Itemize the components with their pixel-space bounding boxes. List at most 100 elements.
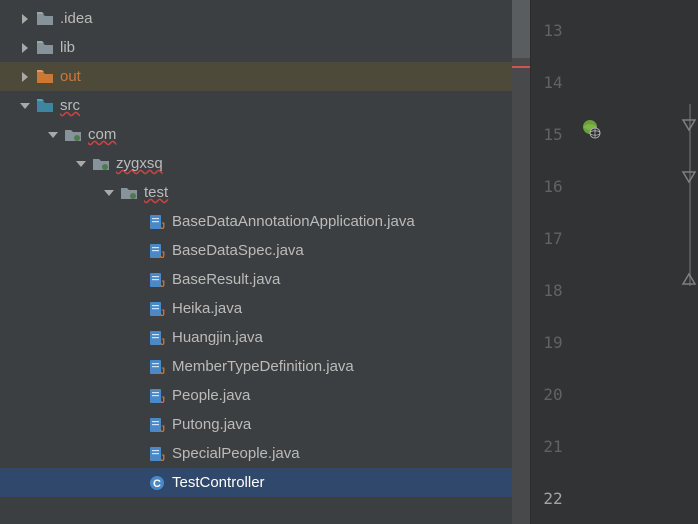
tree-item-label: MemberTypeDefinition.java [172, 358, 354, 375]
tree-item-label: Huangjin.java [172, 329, 263, 346]
java-icon: J [148, 300, 166, 318]
line-number[interactable]: 15 [531, 108, 575, 160]
tree-item-label: zygxsq [116, 155, 163, 172]
tree-item-label: SpecialPeople.java [172, 445, 300, 462]
arrow-spacer [130, 273, 144, 287]
folder-src-icon [36, 97, 54, 115]
folder-icon [36, 39, 54, 57]
tree-item-putong-java[interactable]: J Putong.java [0, 410, 530, 439]
tree-item-huangjin-java[interactable]: J Huangjin.java [0, 323, 530, 352]
tree-item-label: .idea [60, 10, 93, 27]
svg-text:J: J [160, 395, 165, 404]
svg-text:J: J [160, 366, 165, 375]
arrow-spacer [130, 215, 144, 229]
tree-item-label: BaseDataSpec.java [172, 242, 304, 259]
chevron-right-icon[interactable] [18, 12, 32, 26]
arrow-spacer [130, 476, 144, 490]
svg-text:J: J [160, 221, 165, 230]
tree-item-label: test [144, 184, 168, 201]
line-numbers: 13141516171819202122 [531, 0, 575, 524]
java-icon: J [148, 329, 166, 347]
globe-run-icon[interactable] [579, 118, 601, 140]
java-icon: J [148, 387, 166, 405]
tree-item-zygxsq[interactable]: zygxsq [0, 149, 530, 178]
chevron-right-icon[interactable] [18, 41, 32, 55]
tree-item-label: com [88, 126, 116, 143]
tree-item-label: BaseDataAnnotationApplication.java [172, 213, 415, 230]
package-icon [120, 184, 138, 202]
arrow-spacer [130, 418, 144, 432]
tree-item-testcontroller[interactable]: C TestController [0, 468, 530, 497]
scrollbar-error-marker[interactable] [512, 66, 530, 68]
collapse-marker-icon[interactable] [680, 270, 698, 288]
chevron-right-icon[interactable] [18, 70, 32, 84]
chevron-down-icon[interactable] [74, 157, 88, 171]
line-number[interactable]: 14 [531, 56, 575, 108]
svg-text:C: C [153, 478, 161, 490]
java-icon: J [148, 358, 166, 376]
arrow-spacer [130, 360, 144, 374]
project-tree-panel[interactable]: .idea lib out srccomzygxsq test J BaseDataAnno… [0, 0, 530, 524]
tree-item-out[interactable]: out [0, 62, 530, 91]
tree-item-label: People.java [172, 387, 250, 404]
editor-gutter: 13141516171819202122 [530, 0, 698, 524]
svg-text:J: J [160, 337, 165, 346]
chevron-down-icon[interactable] [102, 186, 116, 200]
line-number[interactable]: 21 [531, 420, 575, 472]
line-number[interactable]: 17 [531, 212, 575, 264]
java-icon: J [148, 242, 166, 260]
folder-icon [36, 10, 54, 28]
chevron-down-icon[interactable] [18, 99, 32, 113]
line-number[interactable]: 16 [531, 160, 575, 212]
tree-item-heika-java[interactable]: J Heika.java [0, 294, 530, 323]
tree-item-basedataannotationapplication-java[interactable]: J BaseDataAnnotationApplication.java [0, 207, 530, 236]
tree-item-label: Putong.java [172, 416, 251, 433]
line-number[interactable]: 20 [531, 368, 575, 420]
tree-item-lib[interactable]: lib [0, 33, 530, 62]
line-number[interactable]: 13 [531, 4, 575, 56]
package-icon [64, 126, 82, 144]
arrow-spacer [130, 389, 144, 403]
svg-text:J: J [160, 308, 165, 317]
line-number[interactable]: 19 [531, 316, 575, 368]
java-icon: J [148, 213, 166, 231]
svg-text:J: J [160, 279, 165, 288]
tree-item-specialpeople-java[interactable]: J SpecialPeople.java [0, 439, 530, 468]
tree-item-label: BaseResult.java [172, 271, 280, 288]
tree-item-membertypedefinition-java[interactable]: J MemberTypeDefinition.java [0, 352, 530, 381]
arrow-spacer [130, 447, 144, 461]
tree-item-label: TestController [172, 474, 265, 491]
class-icon: C [148, 474, 166, 492]
svg-text:J: J [160, 250, 165, 259]
svg-text:J: J [160, 453, 165, 462]
chevron-down-icon[interactable] [46, 128, 60, 142]
tree-item-label: out [60, 68, 81, 85]
tree-item--idea[interactable]: .idea [0, 4, 530, 33]
java-icon: J [148, 416, 166, 434]
tree-item-label: Heika.java [172, 300, 242, 317]
arrow-spacer [130, 244, 144, 258]
java-icon: J [148, 271, 166, 289]
package-icon [92, 155, 110, 173]
tree-item-com[interactable]: com [0, 120, 530, 149]
tree-item-baseresult-java[interactable]: J BaseResult.java [0, 265, 530, 294]
line-number[interactable]: 22 [531, 472, 575, 524]
collapse-marker-icon[interactable] [680, 116, 698, 134]
editor-right-rail [680, 0, 698, 524]
svg-text:J: J [160, 424, 165, 433]
tree-item-label: lib [60, 39, 75, 56]
tree-scrollbar[interactable] [512, 0, 530, 524]
arrow-spacer [130, 302, 144, 316]
folder-out-icon [36, 68, 54, 86]
java-icon: J [148, 445, 166, 463]
tree-item-src[interactable]: src [0, 91, 530, 120]
tree-item-people-java[interactable]: J People.java [0, 381, 530, 410]
scrollbar-track [512, 0, 530, 524]
collapse-marker-icon[interactable] [680, 168, 698, 186]
line-number[interactable]: 18 [531, 264, 575, 316]
tree-item-label: src [60, 97, 80, 114]
arrow-spacer [130, 331, 144, 345]
scrollbar-thumb[interactable] [512, 0, 530, 58]
tree-item-basedataspec-java[interactable]: J BaseDataSpec.java [0, 236, 530, 265]
tree-item-test[interactable]: test [0, 178, 530, 207]
